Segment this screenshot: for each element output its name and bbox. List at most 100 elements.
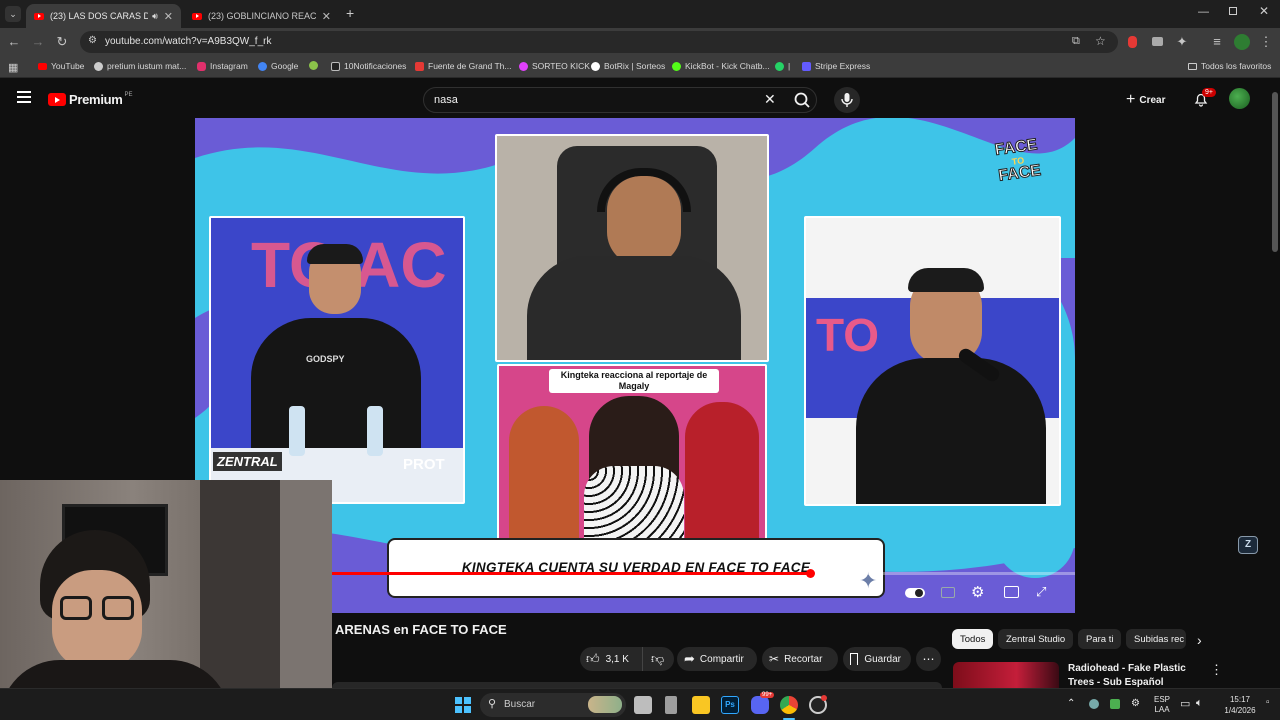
reading-list-icon[interactable]: ≡: [1209, 34, 1225, 50]
like-button[interactable]: 👍︎ 3,1 K: [580, 647, 642, 671]
right-guest-panel: TO: [804, 216, 1061, 506]
forward-icon[interactable]: →: [30, 34, 46, 50]
theater-mode-icon[interactable]: [1004, 586, 1019, 598]
more-actions-button[interactable]: ⋯: [916, 647, 941, 671]
recommended-more-icon[interactable]: ⋮: [1210, 662, 1223, 678]
tray-app-icon[interactable]: [1089, 699, 1099, 709]
bookmark-star-icon[interactable]: ☆: [1095, 34, 1106, 48]
search-highlight-icon: [588, 696, 622, 713]
phone-link-icon[interactable]: [665, 696, 677, 714]
windows-start-icon[interactable]: [455, 697, 471, 713]
back-icon[interactable]: ←: [6, 34, 22, 50]
account-avatar[interactable]: [1229, 88, 1250, 109]
page-scrollbar[interactable]: [1272, 92, 1278, 252]
progress-scrubber[interactable]: [806, 569, 815, 578]
bookmark-botrix[interactable]: BotRix | Sorteos: [591, 61, 665, 71]
bookmark-pretium[interactable]: pretium iustum mat...: [94, 61, 186, 71]
bookmark-unnamed[interactable]: [309, 61, 322, 70]
close-tab-icon[interactable]: ✕: [322, 10, 331, 23]
subtitles-icon[interactable]: [941, 587, 955, 598]
search-button-icon[interactable]: [789, 88, 815, 114]
bookmark-stripe[interactable]: Stripe Express: [802, 61, 870, 71]
all-bookmarks-folder[interactable]: Todos los favoritos: [1188, 61, 1271, 71]
fullscreen-icon[interactable]: ⤢: [1036, 584, 1046, 600]
youtube-premium-logo[interactable]: Premium PE: [48, 92, 133, 107]
extension-red-icon[interactable]: [1128, 36, 1137, 48]
clock[interactable]: 15:17 1/4/2026: [1218, 694, 1262, 716]
bookmark-kickbot[interactable]: KickBot - Kick Chatb...: [672, 61, 770, 71]
notification-center-icon[interactable]: ▫: [1266, 697, 1270, 708]
discord-icon[interactable]: [751, 696, 769, 714]
chip-zentral-studio[interactable]: Zentral Studio: [998, 629, 1074, 649]
bookmark-sorteo-kick[interactable]: SORTEO KICK: [519, 61, 590, 71]
install-app-icon[interactable]: ⧉: [1072, 35, 1080, 48]
chrome-icon[interactable]: [780, 696, 798, 714]
bookmark-youtube[interactable]: YouTube: [38, 61, 84, 71]
extensions-puzzle-icon[interactable]: ✦: [1174, 34, 1190, 50]
address-bar[interactable]: ⚙︎ youtube.com/watch?v=A9B3QW_f_rk ⧉ ☆: [80, 31, 1118, 53]
tray-app-icon[interactable]: ⚙︎: [1131, 698, 1140, 709]
close-tab-icon[interactable]: ✕: [164, 10, 173, 23]
create-button[interactable]: + Crear: [1126, 89, 1165, 111]
autoplay-toggle-icon[interactable]: [905, 588, 925, 598]
save-button[interactable]: Guardar: [843, 647, 911, 671]
browser-tab-strip: ⌄ (23) LAS DOS CARAS DE LA 🔊︎ ✕ (23) GOB…: [0, 0, 1280, 28]
tray-overflow-chevron-icon[interactable]: ⌃: [1067, 698, 1075, 709]
share-label: Compartir: [699, 653, 744, 665]
bookmark-10notificaciones[interactable]: 10Notificaciones: [331, 61, 406, 71]
voice-search-icon[interactable]: [834, 87, 860, 113]
search-input[interactable]: nasa: [434, 94, 458, 106]
volume-icon[interactable]: 🔈︎: [1196, 697, 1203, 710]
notifications-badge: 9+: [1202, 88, 1216, 97]
keyboard-language[interactable]: ESP LAA: [1150, 695, 1174, 715]
channel-watermark-icon[interactable]: Z: [1238, 536, 1258, 554]
bookmark-instagram[interactable]: Instagram: [197, 61, 248, 71]
chips-next-chevron-icon[interactable]: ›: [1197, 632, 1202, 648]
recommended-thumbnail[interactable]: [953, 662, 1059, 688]
browser-tab[interactable]: (23) GOBLINCIANO REACCIONA ✕: [184, 4, 339, 28]
bookmark-grand-theft[interactable]: Fuente de Grand Th...: [415, 61, 511, 71]
file-explorer-icon[interactable]: [692, 696, 710, 714]
chrome-menu-icon[interactable]: ⋮: [1258, 34, 1274, 50]
cam-curtain: [280, 480, 332, 720]
recommended-title[interactable]: Radiohead - Fake Plastic Trees - Sub Esp…: [1068, 662, 1208, 690]
close-window-icon[interactable]: ✕: [1259, 4, 1269, 18]
restore-icon[interactable]: [1229, 7, 1237, 15]
discord-badge: 99+: [760, 692, 775, 698]
dislike-button[interactable]: 👎︎: [642, 647, 674, 671]
new-tab-icon[interactable]: +: [346, 5, 354, 21]
region-code: PE: [124, 91, 133, 98]
clip-button[interactable]: ✂ Recortar: [762, 647, 838, 671]
chip-para-ti[interactable]: Para ti: [1078, 629, 1122, 649]
backdrop-letters: TO: [816, 309, 880, 361]
create-label: Crear: [1139, 94, 1166, 106]
hamburger-menu-icon[interactable]: [17, 91, 31, 103]
settings-gear-icon[interactable]: ⚙︎: [971, 583, 984, 601]
photoshop-icon[interactable]: Ps: [721, 696, 739, 714]
reload-icon[interactable]: ↻: [54, 34, 70, 50]
chip-all[interactable]: Todos: [952, 629, 994, 649]
cam-glasses: [60, 596, 136, 622]
plus-icon: +: [1126, 91, 1136, 108]
apps-grid-icon[interactable]: ▦: [8, 61, 18, 74]
bookmark-whatsapp[interactable]: |: [775, 61, 790, 71]
speaker-icon[interactable]: 🔊︎: [152, 11, 158, 22]
browser-tab-active[interactable]: (23) LAS DOS CARAS DE LA 🔊︎ ✕: [26, 4, 181, 28]
tab-list-chevron-icon[interactable]: ⌄: [5, 6, 21, 22]
url-text[interactable]: youtube.com/watch?v=A9B3QW_f_rk: [105, 36, 271, 47]
extension-icon[interactable]: [1152, 37, 1163, 46]
clear-search-icon[interactable]: ✕: [764, 91, 776, 108]
search-box[interactable]: nasa ✕: [423, 87, 817, 113]
taskbar-search-box[interactable]: ⚲ Buscar: [480, 693, 626, 717]
network-icon[interactable]: ▭: [1180, 697, 1190, 710]
profile-avatar[interactable]: [1234, 34, 1250, 50]
webcam-overlay: [0, 480, 332, 720]
minimize-icon[interactable]: —: [1198, 6, 1209, 18]
tray-app-icon[interactable]: [1110, 699, 1120, 709]
youtube-favicon-icon: [34, 12, 44, 20]
chip-subidas-recientes[interactable]: Subidas rec: [1126, 629, 1186, 649]
task-view-icon[interactable]: [634, 696, 652, 714]
site-info-icon[interactable]: ⚙︎: [88, 35, 97, 46]
share-button[interactable]: ➦ Compartir: [677, 647, 757, 671]
bookmark-google[interactable]: Google: [258, 61, 298, 71]
